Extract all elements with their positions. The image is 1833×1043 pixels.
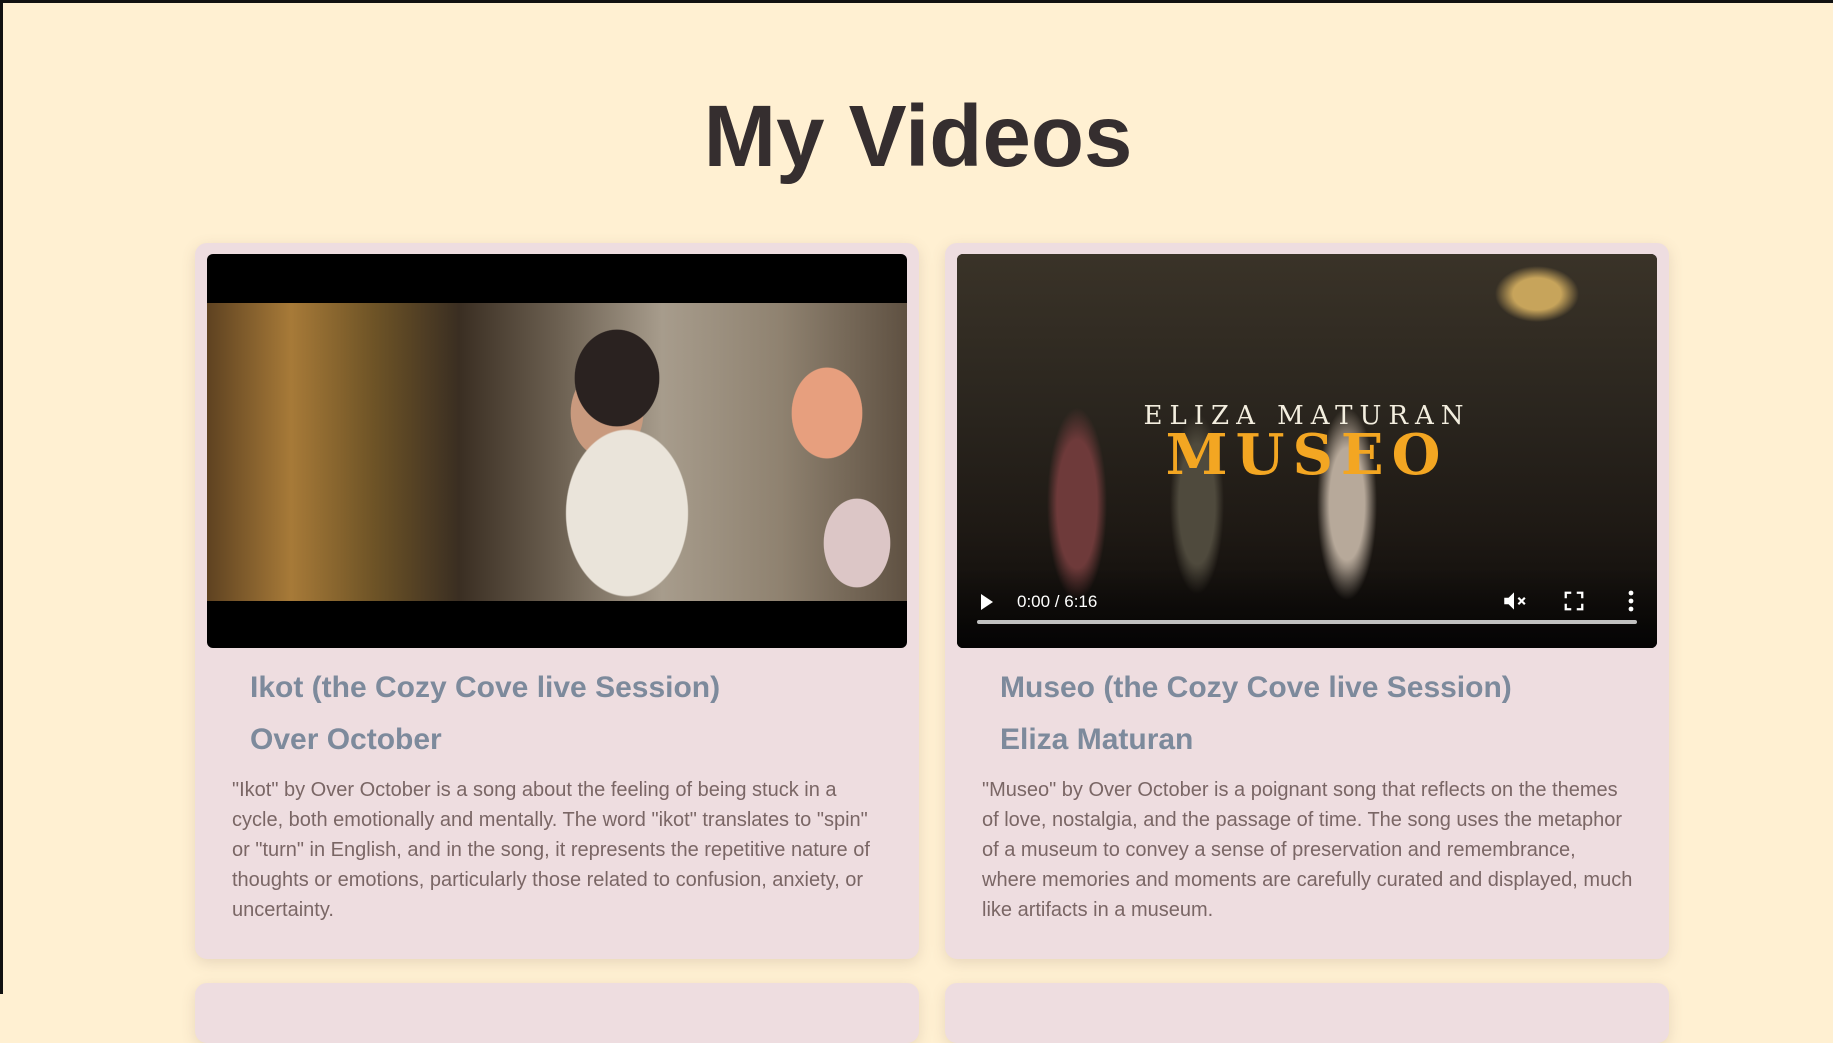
video-card-partial bbox=[195, 983, 919, 1043]
video-card: Ikot (the Cozy Cove live Session) Over O… bbox=[195, 243, 919, 959]
fullscreen-icon[interactable] bbox=[1563, 590, 1585, 612]
video-card: ELIZA MATURAN MUSEO 0:00 / 6:16 Museo (t… bbox=[945, 243, 1669, 959]
video-time: 0:00 / 6:16 bbox=[1017, 592, 1098, 611]
video-description: "Ikot" by Over October is a song about t… bbox=[232, 779, 870, 921]
video-title: Museo (the Cozy Cove live Session) bbox=[1000, 671, 1512, 704]
video-thumbnail[interactable] bbox=[207, 303, 907, 601]
video-card-partial bbox=[945, 983, 1669, 1043]
video-description: "Museo" by Over October is a poignant so… bbox=[982, 779, 1633, 921]
play-icon[interactable] bbox=[981, 594, 993, 610]
mute-icon[interactable] bbox=[1501, 588, 1527, 614]
video-artist: Over October bbox=[250, 723, 442, 756]
progress-bar[interactable] bbox=[977, 620, 1637, 624]
video-title: Ikot (the Cozy Cove live Session) bbox=[250, 671, 721, 704]
page-title: My Videos bbox=[703, 88, 1133, 185]
thumbnail-title-overlay: MUSEO bbox=[1165, 422, 1449, 488]
video-player[interactable] bbox=[207, 254, 907, 648]
video-artist: Eliza Maturan bbox=[1000, 723, 1194, 756]
video-controls: 0:00 / 6:16 bbox=[957, 568, 1657, 648]
more-icon[interactable] bbox=[1621, 588, 1641, 614]
video-player[interactable]: ELIZA MATURAN MUSEO 0:00 / 6:16 bbox=[957, 254, 1657, 648]
